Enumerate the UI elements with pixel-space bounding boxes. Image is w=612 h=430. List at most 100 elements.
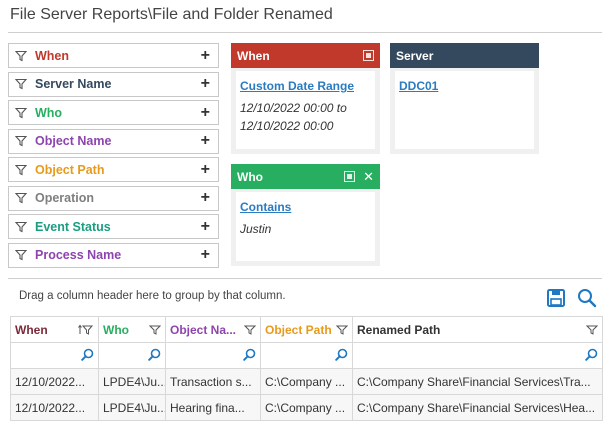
column-search-who[interactable] [98, 342, 166, 369]
who-card-body: Contains Justin [236, 192, 375, 261]
column-filter-icon[interactable] [149, 324, 161, 336]
column-filter-icon[interactable] [586, 324, 598, 336]
column-label-object-path: Object Path [265, 322, 332, 337]
funnel-icon [15, 135, 27, 147]
when-card: When Custom Date Range 12/10/2022 00:00 … [231, 43, 380, 154]
server-card-header: Server [390, 43, 539, 68]
column-header-when[interactable]: When [10, 316, 99, 343]
plus-icon[interactable]: + [201, 133, 210, 149]
when-card-title: When [237, 48, 270, 63]
column-header-object-path[interactable]: Object Path [260, 316, 353, 343]
cell-when: 12/10/2022... [10, 368, 99, 395]
server-card-title: Server [396, 48, 434, 63]
column-header-renamed-path[interactable]: Renamed Path [352, 316, 603, 343]
filter-server-name[interactable]: Server Name + [8, 71, 219, 97]
plus-icon[interactable]: + [201, 247, 210, 263]
filter-object-path[interactable]: Object Path + [8, 157, 219, 182]
cell-renamed-path: C:\Company Share\Financial Services\Tra.… [352, 368, 603, 395]
save-icon[interactable] [546, 288, 566, 308]
title-divider [8, 32, 602, 33]
plus-icon[interactable]: + [201, 76, 210, 92]
who-card-title: Who [237, 169, 263, 184]
column-search-when[interactable] [10, 342, 99, 369]
filter-label-operation: Operation [35, 191, 95, 205]
column-search-renamed-path[interactable] [352, 342, 603, 369]
plus-icon[interactable]: + [201, 218, 210, 235]
who-value: Justin [240, 222, 272, 236]
collapse-icon[interactable] [344, 171, 356, 182]
column-filter-icon[interactable] [336, 324, 348, 336]
server-card-body: DDC01 [395, 71, 534, 149]
cell-who: LPDE4\Ju... [98, 368, 166, 395]
column-search-object-name[interactable] [165, 342, 261, 369]
filter-label-who: Who [35, 105, 63, 120]
plus-icon[interactable]: + [201, 190, 210, 206]
when-card-header: When [231, 43, 380, 68]
table-row[interactable]: 12/10/2022... LPDE4\Ju... Hearing fina..… [10, 394, 603, 421]
section-divider [8, 278, 602, 279]
filter-list: When + Server Name + Who + Object Name +… [8, 43, 219, 271]
filter-who[interactable]: Who + [8, 100, 219, 125]
filter-label-process-name: Process Name [35, 248, 122, 262]
funnel-icon [15, 221, 27, 232]
cell-object-name: Hearing fina... [165, 394, 261, 421]
filter-label-object-path: Object Path [35, 162, 105, 177]
column-header-object-name[interactable]: Object Na... [165, 316, 261, 343]
column-label-who: Who [103, 322, 129, 337]
funnel-icon [15, 249, 27, 261]
filter-object-name[interactable]: Object Name + [8, 128, 219, 154]
sort-filter-icon[interactable] [78, 324, 94, 336]
when-value-line2: 12/10/2022 00:00 [240, 119, 334, 133]
funnel-icon [15, 50, 27, 61]
plus-icon[interactable]: + [201, 47, 210, 64]
filter-when[interactable]: When + [8, 43, 219, 68]
filter-process-name[interactable]: Process Name + [8, 242, 219, 268]
who-card: Who ✕ Contains Justin [231, 164, 380, 266]
server-card: Server DDC01 [390, 43, 539, 154]
filter-operation[interactable]: Operation + [8, 185, 219, 211]
column-label-when: When [15, 322, 48, 337]
search-icon[interactable] [243, 348, 256, 361]
group-by-hint: Drag a column header here to group by th… [19, 290, 286, 302]
column-header-who[interactable]: Who [98, 316, 166, 343]
funnel-icon [15, 164, 27, 175]
collapse-icon[interactable] [363, 50, 374, 61]
cell-object-path: C:\Company ... [260, 368, 353, 395]
plus-icon[interactable]: + [201, 104, 210, 121]
when-value-line1: 12/10/2022 00:00 to [240, 101, 347, 115]
cell-when: 12/10/2022... [10, 394, 99, 421]
cell-object-name: Transaction s... [165, 368, 261, 395]
column-label-renamed-path: Renamed Path [357, 322, 441, 337]
column-label-object-name: Object Na... [170, 322, 237, 337]
results-grid: When Who Object Na... Object Path Rename… [10, 316, 603, 421]
table-row[interactable]: 12/10/2022... LPDE4\Ju... Transaction s.… [10, 368, 603, 395]
filter-label-when: When [35, 48, 70, 63]
funnel-icon [15, 192, 27, 204]
who-card-header: Who ✕ [231, 164, 380, 189]
page-title: File Server Reports\File and Folder Rena… [10, 6, 333, 23]
plus-icon[interactable]: + [201, 161, 210, 178]
grid-filter-row [10, 342, 603, 369]
filter-label-event-status: Event Status [35, 219, 111, 234]
search-icon[interactable] [585, 348, 598, 361]
filter-label-server-name: Server Name [35, 77, 112, 91]
search-icon[interactable] [335, 348, 348, 361]
when-condition-link[interactable]: Custom Date Range [240, 79, 354, 93]
cell-renamed-path: C:\Company Share\Financial Services\Hea.… [352, 394, 603, 421]
search-icon[interactable] [577, 288, 597, 308]
search-icon[interactable] [148, 348, 161, 361]
filter-event-status[interactable]: Event Status + [8, 214, 219, 239]
server-value-link[interactable]: DDC01 [399, 79, 438, 93]
funnel-icon [15, 78, 27, 90]
cell-object-path: C:\Company ... [260, 394, 353, 421]
who-condition-link[interactable]: Contains [240, 200, 291, 214]
search-icon[interactable] [81, 348, 94, 361]
funnel-icon [15, 107, 27, 118]
when-card-body: Custom Date Range 12/10/2022 00:00 to 12… [236, 71, 375, 149]
filter-label-object-name: Object Name [35, 134, 112, 148]
close-icon[interactable]: ✕ [363, 170, 374, 183]
column-search-object-path[interactable] [260, 342, 353, 369]
column-filter-icon[interactable] [244, 324, 256, 336]
cell-who: LPDE4\Ju... [98, 394, 166, 421]
grid-header-row: When Who Object Na... Object Path Rename… [10, 316, 603, 343]
